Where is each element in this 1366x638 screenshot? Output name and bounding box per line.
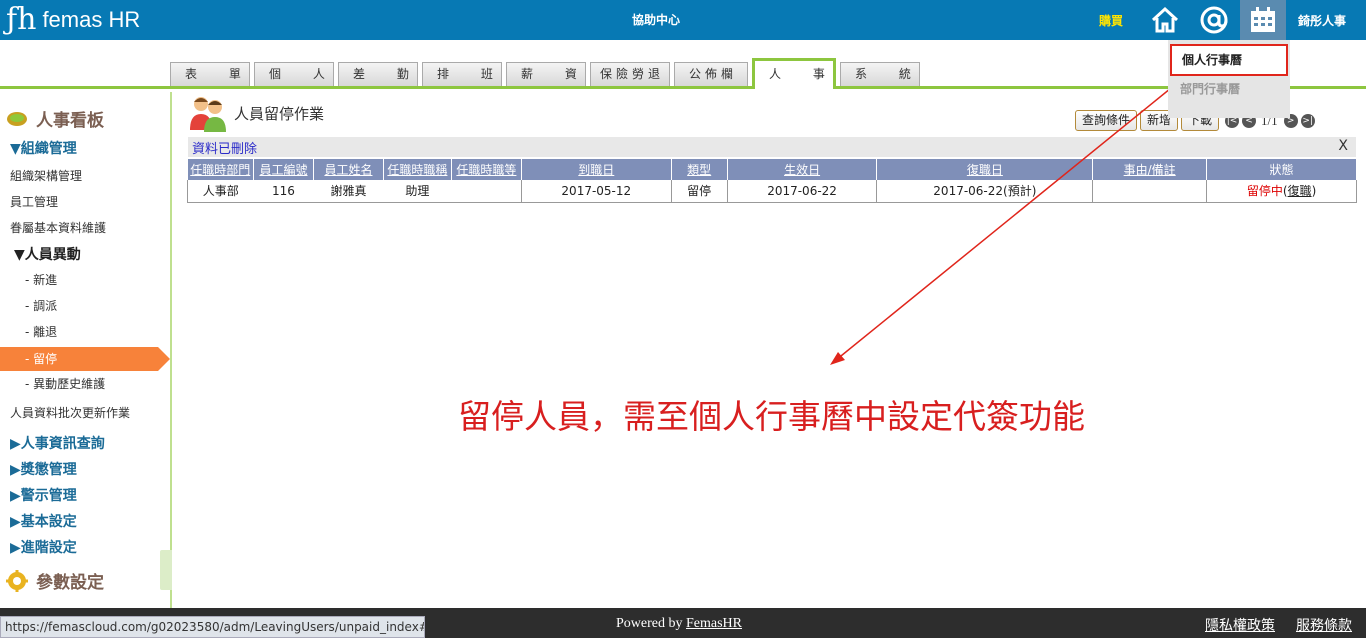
cell-title: 助理 [383,180,452,203]
sidebar-group-hr-query[interactable]: ▶人事資訊查詢 [10,433,105,453]
col-grade[interactable]: 任職時職等 [451,159,522,180]
sidebar-item-unpaid-leave[interactable]: - 留停 [25,350,57,367]
calendar-icon[interactable] [1240,0,1286,40]
tab-bulletin[interactable]: 公佈欄 [674,62,748,86]
sidebar-title[interactable]: 人事看板 [6,106,104,131]
logo-mark-icon: ƒh [6,2,37,37]
tab-attendance[interactable]: 差 勤 [338,62,418,86]
status-bar-url: https://femascloud.com/g02023580/adm/Lea… [0,616,425,638]
help-center-link[interactable]: 協助中心 [600,11,712,28]
calendar-dropdown-menu: 個人行事曆 部門行事曆 [1168,40,1290,118]
logo-text: femas HR [42,7,141,32]
sidebar-item-employees[interactable]: 員工管理 [10,193,58,210]
close-message-button[interactable]: X [1338,138,1348,154]
sidebar-active-highlight [0,347,158,371]
cell-effective-date: 2017-06-22 [726,180,878,203]
cell-return-date: 2017-06-22(預計) [876,180,1094,203]
gear-icon [6,569,28,592]
cell-type: 留停 [670,180,728,203]
user-name[interactable]: 錡彤人事 [1298,12,1346,29]
tab-hr[interactable]: 人 事 [752,58,836,89]
tab-insurance[interactable]: 保險勞退 [590,62,670,86]
sidebar-item-batch-update[interactable]: 人員資料批次更新作業 [10,404,130,421]
sidebar: 人事看板 ▼組織管理 組織架構管理 員工管理 眷屬基本資料維護 ▼人員異動 - … [0,92,172,608]
home-icon[interactable] [1142,0,1188,40]
col-title[interactable]: 任職時職稱 [383,159,452,180]
table-header-row: 任職時部門 員工編號 員工姓名 任職時職稱 任職時職等 到職日 類型 生效日 復… [187,159,1357,180]
status-on-leave: 留停中 [1246,184,1283,199]
col-name[interactable]: 員工姓名 [313,159,384,180]
powered-by: Powered by FemasHR [616,616,742,632]
menu-personal-calendar[interactable]: 個人行事曆 [1170,44,1288,76]
table-row[interactable]: 人事部 116 謝雅真 助理 2017-05-12 留停 2017-06-22 … [187,180,1357,203]
sidebar-group-rewards[interactable]: ▶獎懲管理 [10,459,77,479]
at-mail-icon[interactable] [1191,0,1237,40]
sidebar-item-movement-history[interactable]: - 異動歷史維護 [25,375,105,392]
menu-department-calendar[interactable]: 部門行事曆 [1180,80,1240,97]
sidebar-collapse-handle[interactable] [160,550,172,590]
cell-status: 留停中(復職) [1206,180,1357,203]
cell-reason [1092,180,1208,203]
col-emp-no[interactable]: 員工編號 [253,159,314,180]
sidebar-group-alerts[interactable]: ▶警示管理 [10,485,77,505]
col-dept[interactable]: 任職時部門 [187,159,254,180]
users-icon [190,97,226,132]
sidebar-group-movement[interactable]: ▼人員異動 [14,244,81,264]
sidebar-title-label: 人事看板 [36,111,104,131]
privacy-policy-link[interactable]: 隱私權政策 [1205,615,1275,635]
sidebar-active-arrow [158,347,170,371]
powered-prefix: Powered by [616,616,683,631]
message-text: 資料已刪除 [192,142,258,157]
femas-logo[interactable]: ƒh femas HR [6,2,140,38]
col-reason[interactable]: 事由/備註 [1092,159,1208,180]
reinstate-link[interactable]: 復職 [1288,184,1312,198]
col-return-date[interactable]: 復職日 [876,159,1094,180]
tab-personal[interactable]: 個 人 [254,62,334,86]
sidebar-item-transfer[interactable]: - 調派 [25,297,57,314]
terms-of-service-link[interactable]: 服務條款 [1296,615,1352,635]
sidebar-settings-label: 參數設定 [36,573,104,593]
cell-hire-date: 2017-05-12 [520,180,672,203]
cell-emp-no: 116 [253,180,314,203]
buy-link[interactable]: 購買 [1099,12,1123,29]
tab-forms[interactable]: 表 單 [170,62,250,86]
sidebar-group-basic-settings[interactable]: ▶基本設定 [10,511,77,531]
page-title: 人員留停作業 [234,104,325,123]
annotation-text: 留停人員，需至個人行事曆中設定代簽功能 [458,397,1085,436]
unpaid-leave-table: 任職時部門 員工編號 員工姓名 任職時職稱 任職時職等 到職日 類型 生效日 復… [187,159,1357,203]
sidebar-group-org[interactable]: ▼組織管理 [10,138,77,158]
col-hire-date[interactable]: 到職日 [521,159,672,180]
sidebar-item-new-hire[interactable]: - 新進 [25,271,57,288]
tab-payroll[interactable]: 薪 資 [506,62,586,86]
sidebar-group-advanced-settings[interactable]: ▶進階設定 [10,537,77,557]
femashr-link[interactable]: FemasHR [686,616,742,631]
col-type[interactable]: 類型 [671,159,728,180]
last-page-icon[interactable]: >| [1300,113,1315,128]
cell-grade [451,180,522,203]
col-status: 狀態 [1206,159,1357,180]
sidebar-settings[interactable]: 參數設定 [6,568,104,593]
top-bar: ƒh femas HR 協助中心 購買 錡彤人事 [0,0,1366,40]
sidebar-item-org-structure[interactable]: 組織架構管理 [10,167,82,184]
cell-name: 謝雅真 [313,180,384,203]
query-conditions-button[interactable]: 查詢條件 [1075,110,1138,131]
cell-dept: 人事部 [187,180,254,203]
col-effective-date[interactable]: 生效日 [727,159,878,180]
message-bar: 資料已刪除 X [188,137,1356,157]
sidebar-item-leaving[interactable]: - 離退 [25,323,57,340]
tab-system[interactable]: 系 統 [840,62,920,86]
tab-scheduling[interactable]: 排 班 [422,62,502,86]
module-tabs: 表 單 個 人 差 勤 排 班 薪 資 保險勞退 公佈欄 人 事 系 統 [0,58,1366,89]
sidebar-item-dependents[interactable]: 眷屬基本資料維護 [10,219,106,236]
page-header: 人員留停作業 [188,94,324,132]
dashboard-icon [7,111,27,126]
